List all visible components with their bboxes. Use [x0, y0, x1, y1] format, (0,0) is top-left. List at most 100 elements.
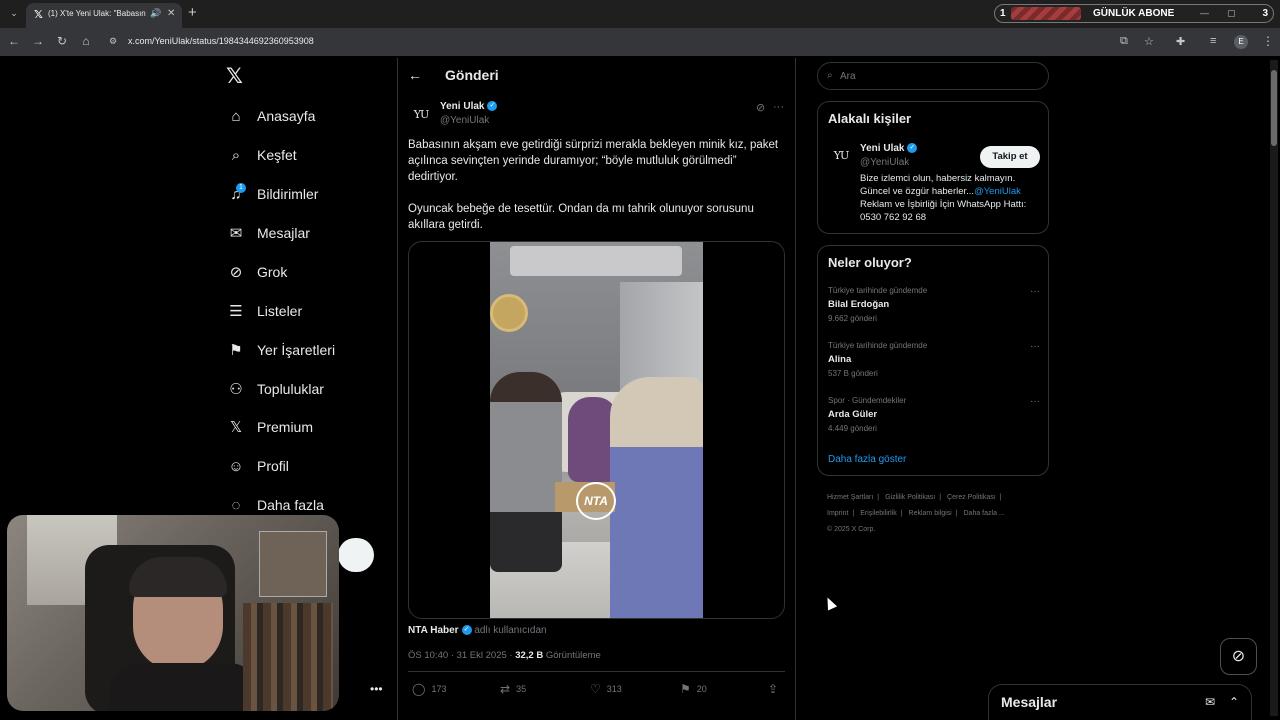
account-menu-icon[interactable]: •••: [370, 682, 383, 696]
footer-sep: |: [877, 494, 880, 501]
new-message-icon[interactable]: ✉: [1205, 695, 1215, 709]
sidebar-item-lists[interactable]: ☰ Listeler: [226, 299, 302, 323]
footer-link[interactable]: Erişilebilirlik: [860, 510, 897, 517]
trend-name: Bilal Erdoğan: [828, 299, 890, 310]
show-more-link[interactable]: Daha fazla göster: [828, 454, 906, 465]
reply-button[interactable]: ◯ 173: [412, 682, 446, 696]
x-logo-icon[interactable]: 𝕏: [226, 64, 243, 89]
grok-fab-icon[interactable]: ⊘: [1220, 638, 1257, 675]
sidebar-item-explore[interactable]: ⌕ Keşfet: [226, 143, 297, 167]
footer-link[interactable]: Gizlilik Politikası: [885, 494, 935, 501]
audio-icon[interactable]: 🔊: [150, 8, 161, 19]
browser-tabstrip: ⌄ 𝕏 (1) X'te Yeni Ulak: "Babasın 🔊 ✕ + 1…: [0, 0, 1280, 28]
reload-icon[interactable]: ↻: [54, 34, 70, 48]
back-arrow-icon[interactable]: ←: [408, 67, 422, 83]
address-bar[interactable]: ⚙ x.com/YeniUlak/status/1984344692360953…: [104, 31, 1255, 53]
bookmark-star-icon[interactable]: ☆: [1144, 35, 1154, 48]
grok-icon: ⊘: [229, 264, 243, 281]
media-control-icon[interactable]: ≡: [1210, 35, 1216, 47]
trend-more-icon[interactable]: ···: [1030, 396, 1040, 407]
source-name[interactable]: NTA Haber: [408, 625, 459, 636]
tab-close-icon[interactable]: ✕: [167, 8, 175, 19]
forward-icon[interactable]: →: [30, 34, 46, 48]
footer-links: Hizmet Şartları | Gizlilik Politikası | Çe…: [827, 490, 1047, 538]
sidebar-item-more[interactable]: ◌ Daha fazla: [226, 493, 324, 517]
bio-text-2: Reklam ve İşbirliği İçin WhatsApp Hattı:…: [860, 199, 1027, 223]
sidebar-item-communities[interactable]: ⚇ Topluluklar: [226, 377, 324, 401]
browser-menu-icon[interactable]: ⋮: [1262, 34, 1274, 48]
expand-drawer-icon[interactable]: ⌃: [1229, 695, 1239, 709]
home-icon: ⌂: [231, 107, 241, 125]
sidebar-item-label: Anasayfa: [257, 108, 316, 124]
person-avatar[interactable]: YU: [828, 143, 854, 169]
author-name[interactable]: Yeni Ulak ✓: [440, 101, 498, 112]
restore-icon[interactable]: ▢: [1227, 8, 1236, 19]
minimize-icon[interactable]: —: [1200, 8, 1209, 18]
footer-link[interactable]: Imprint: [827, 510, 848, 517]
post-meta: ÖS 10:40 · 31 Ekl 2025 · 32,2 B Görüntül…: [408, 650, 601, 661]
tab-search-icon[interactable]: ⌄: [6, 5, 22, 21]
post-video[interactable]: NTA: [408, 241, 785, 619]
share-button[interactable]: ⇪: [768, 682, 784, 696]
webcam-body: [109, 663, 259, 711]
profile-avatar[interactable]: E: [1234, 35, 1248, 49]
search-placeholder: Ara: [840, 71, 856, 82]
trend-more-icon[interactable]: ···: [1030, 286, 1040, 297]
bio-mention-link[interactable]: @YeniUlak: [974, 186, 1021, 197]
like-count: 313: [606, 684, 622, 694]
page-scrollbar[interactable]: [1270, 60, 1278, 716]
trend-more-icon[interactable]: ···: [1030, 341, 1040, 352]
video-frame[interactable]: NTA: [490, 242, 703, 618]
video-source[interactable]: NTA Haber ✓ adlı kullanıcıdan: [408, 625, 547, 636]
trend-name: Alina: [828, 354, 852, 365]
video-woman: [610, 377, 703, 618]
post-button[interactable]: [338, 538, 374, 572]
scrollbar-thumb[interactable]: [1271, 70, 1277, 146]
like-button[interactable]: ♡ 313: [590, 682, 622, 696]
trend-context: Türkiye tarihinde gündemde: [828, 286, 928, 295]
person-handle[interactable]: @YeniUlak: [860, 157, 909, 168]
back-icon[interactable]: ←: [6, 34, 22, 48]
sidebar-item-home[interactable]: ⌂ Anasayfa: [226, 104, 315, 128]
browser-tab[interactable]: 𝕏 (1) X'te Yeni Ulak: "Babasın 🔊 ✕: [26, 3, 182, 28]
messages-drawer[interactable]: Mesajlar ✉ ⌃: [988, 684, 1252, 720]
sidebar-item-bookmarks[interactable]: ⚑ Yer İşaretleri: [226, 338, 335, 362]
post-timestamp[interactable]: ÖS 10:40 · 31 Ekl 2025 ·: [408, 650, 515, 661]
site-info-icon[interactable]: ⚙: [109, 36, 117, 47]
author-avatar[interactable]: YU: [408, 102, 434, 128]
post-more-icon[interactable]: ···: [773, 101, 784, 113]
home-icon[interactable]: ⌂: [78, 34, 94, 48]
footer-link[interactable]: Hizmet Şartları: [827, 494, 873, 501]
view-label: Görüntüleme: [543, 650, 601, 661]
subscriber-goal-widget: 1 GÜNLÜK ABONE — ▢ 3: [994, 4, 1274, 23]
trends-card: Neler oluyor? Türkiye tarihinde gündemde…: [817, 245, 1049, 476]
trend-count: 537 B gönderi: [828, 369, 878, 378]
trends-title: Neler oluyor?: [828, 255, 912, 270]
grok-explain-icon[interactable]: ⊘: [756, 101, 765, 114]
new-tab-icon[interactable]: +: [188, 4, 197, 21]
sidebar-item-label: Daha fazla: [257, 497, 324, 513]
install-app-icon[interactable]: ⧉: [1120, 35, 1128, 48]
footer-link[interactable]: Çerez Politikası: [947, 494, 996, 501]
sidebar-item-profile[interactable]: ☺ Profil: [226, 454, 289, 478]
repost-button[interactable]: ⇄ 35: [500, 682, 526, 696]
trend-item[interactable]: Spor · Gündemdekiler Arda Güler 4.449 gö…: [828, 396, 1040, 438]
url-text[interactable]: x.com/YeniUlak/status/198434469236095390…: [128, 36, 314, 46]
trend-item[interactable]: Türkiye tarihinde gündemde Bilal Erdoğan…: [828, 286, 1040, 328]
sidebar-item-notifications[interactable]: ♫ 1 Bildirimler: [226, 182, 318, 206]
author-handle[interactable]: @YeniUlak: [440, 115, 489, 126]
bookmark-button[interactable]: ⚑ 20: [680, 682, 707, 696]
footer-link[interactable]: Daha fazla ...: [964, 510, 1005, 517]
trend-item[interactable]: Türkiye tarihinde gündemde Alina 537 B g…: [828, 341, 1040, 383]
bell-icon: ♫ 1: [226, 183, 246, 204]
footer-link[interactable]: Reklam bilgisi: [909, 510, 952, 517]
extensions-icon[interactable]: ✚: [1176, 35, 1185, 48]
search-input[interactable]: ⌕ Ara: [817, 62, 1049, 90]
sidebar-item-grok[interactable]: ⊘ Grok: [226, 260, 288, 284]
person-name[interactable]: Yeni Ulak ✓: [860, 143, 918, 154]
footer-sep: |: [955, 510, 958, 517]
user-icon: ☺: [228, 457, 244, 475]
follow-button[interactable]: Takip et: [980, 146, 1040, 168]
sidebar-item-premium[interactable]: 𝕏 Premium: [226, 415, 313, 439]
sidebar-item-messages[interactable]: ✉ Mesajlar: [226, 221, 310, 245]
